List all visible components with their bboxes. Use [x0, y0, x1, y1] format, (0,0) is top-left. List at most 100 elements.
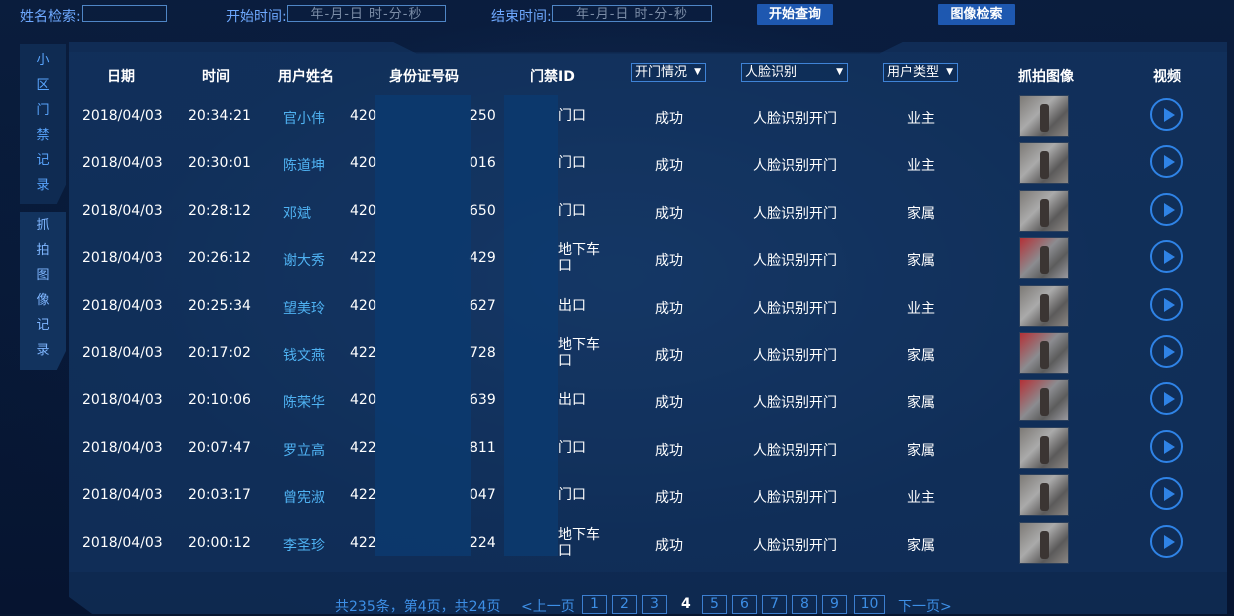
play-video-icon[interactable] [1150, 335, 1183, 368]
row-user-name[interactable]: 谢大秀 [283, 250, 325, 270]
play-video-icon[interactable] [1150, 98, 1183, 131]
capture-thumbnail[interactable] [1019, 379, 1069, 422]
row-open-method: 人脸识别开门 [753, 158, 837, 175]
face-recognition-dropdown-label: 人脸识别 [745, 65, 798, 80]
capture-thumbnail[interactable] [1019, 521, 1069, 564]
image-search-button[interactable]: 图像检索 [938, 4, 1015, 25]
row-open-method: 人脸识别开门 [753, 395, 837, 412]
row-id-prefix: 420 [350, 202, 377, 219]
row-id-prefix: 420 [350, 392, 377, 409]
capture-thumbnail[interactable] [1019, 426, 1069, 469]
face-recognition-dropdown[interactable]: 人脸识别 ▼ [741, 63, 848, 82]
row-open-status: 成功 [655, 348, 683, 364]
tab-access-records-char: 小 [36, 53, 50, 68]
pagination-summary: 共235条，第4页，共24页 [335, 599, 501, 615]
name-search-label: 姓名检索: [20, 9, 81, 25]
person-figure [1040, 483, 1049, 512]
play-video-icon[interactable] [1150, 192, 1183, 226]
row-user-type: 家属 [907, 348, 935, 364]
row-user-name[interactable]: 曾宪淑 [283, 487, 325, 507]
play-video-icon[interactable] [1150, 429, 1183, 463]
row-user-name[interactable]: 李圣珍 [283, 535, 325, 555]
query-button[interactable]: 开始查询 [757, 4, 833, 25]
open-status-dropdown[interactable]: 开门情况 ▼ [631, 63, 706, 82]
row-open-method: 人脸识别开门 [753, 253, 837, 270]
end-time-label: 结束时间: [491, 9, 552, 25]
capture-thumbnail[interactable] [1019, 284, 1069, 327]
tab-access-records-char: 区 [36, 78, 50, 93]
play-video-icon[interactable] [1150, 240, 1183, 274]
play-video-icon[interactable] [1150, 145, 1183, 179]
row-date: 2018/04/03 [82, 487, 163, 504]
row-open-method: 人脸识别开门 [753, 111, 837, 127]
capture-thumbnail[interactable] [1019, 332, 1069, 374]
row-time: 20:25:34 [188, 297, 251, 314]
row-user-name[interactable]: 罗立高 [283, 440, 325, 460]
page-link[interactable]: 6 [732, 595, 757, 614]
capture-thumbnail[interactable] [1019, 237, 1069, 280]
tab-capture-records-char: 拍 [36, 243, 50, 258]
row-time: 20:34:21 [188, 108, 251, 124]
page-link[interactable]: 10 [854, 595, 885, 614]
capture-thumbnail[interactable] [1019, 142, 1069, 185]
row-id-prefix: 422 [350, 439, 377, 456]
row-user-name[interactable]: 陈道坤 [283, 155, 325, 175]
row-date: 2018/04/03 [82, 108, 163, 124]
header-time: 时间 [202, 69, 230, 85]
play-video-icon[interactable] [1150, 287, 1183, 321]
page-link[interactable]: 3 [642, 595, 667, 614]
row-time: 20:07:47 [188, 439, 251, 456]
table-row: 2018/04/03 20:34:21 官小伟 420 250 门口 成功 人脸识别开门 业主 [69, 93, 1227, 140]
row-user-type: 家属 [907, 205, 935, 222]
row-date: 2018/04/03 [82, 439, 163, 456]
page-link[interactable]: 2 [612, 595, 637, 614]
open-status-dropdown-label: 开门情况 [635, 65, 688, 80]
tab-capture-records[interactable]: 抓拍图像记录 [20, 212, 66, 370]
row-user-name[interactable]: 官小伟 [283, 108, 325, 128]
row-user-type: 业主 [907, 158, 935, 175]
start-time-input[interactable]: 年-月-日 时-分-秒 [287, 5, 446, 22]
row-open-status: 成功 [655, 537, 683, 554]
row-time: 20:10:06 [188, 392, 251, 409]
play-video-icon[interactable] [1150, 382, 1183, 416]
chevron-down-icon: ▼ [946, 67, 953, 77]
row-door-id: 出口 [558, 392, 586, 409]
row-open-status: 成功 [655, 442, 683, 459]
row-user-name[interactable]: 陈荣华 [283, 392, 325, 412]
row-open-status: 成功 [655, 205, 683, 222]
page-link[interactable]: 9 [822, 595, 847, 614]
row-id-suffix: 728 [469, 345, 496, 361]
user-type-dropdown[interactable]: 用户类型 ▼ [883, 63, 958, 82]
person-figure [1040, 530, 1049, 559]
row-date: 2018/04/03 [82, 155, 163, 172]
tab-access-records[interactable]: 小区门禁记录 [20, 44, 66, 204]
row-user-type: 家属 [907, 537, 935, 554]
row-user-type: 家属 [907, 395, 935, 412]
page-link[interactable]: 1 [582, 595, 607, 614]
row-user-name[interactable]: 钱文燕 [283, 345, 325, 365]
play-video-icon[interactable] [1150, 524, 1183, 558]
page-current[interactable]: 4 [681, 596, 691, 612]
page-link[interactable]: 8 [792, 595, 817, 614]
start-time-label: 开始时间: [226, 9, 287, 25]
page-link[interactable]: 5 [702, 595, 727, 614]
play-video-icon[interactable] [1150, 477, 1183, 511]
name-search-input[interactable] [82, 5, 167, 22]
prev-page-link[interactable]: <上一页 [521, 596, 575, 616]
person-figure [1040, 293, 1049, 322]
capture-thumbnail[interactable] [1019, 95, 1069, 137]
person-figure [1040, 246, 1049, 275]
next-page-link[interactable]: 下一页> [898, 596, 952, 616]
person-figure [1040, 151, 1049, 180]
row-door-id: 地下车 口 [558, 526, 600, 559]
row-user-name[interactable]: 邓斌 [283, 203, 311, 223]
page-link[interactable]: 7 [762, 595, 787, 614]
header-id-number: 身份证号码 [389, 69, 459, 85]
row-door-id: 地下车 口 [558, 242, 600, 275]
person-figure [1040, 104, 1049, 132]
row-user-name[interactable]: 望美玲 [283, 298, 325, 318]
capture-thumbnail[interactable] [1019, 189, 1069, 232]
capture-thumbnail[interactable] [1019, 474, 1069, 517]
end-time-input[interactable]: 年-月-日 时-分-秒 [552, 5, 712, 22]
row-open-method: 人脸识别开门 [753, 490, 837, 507]
